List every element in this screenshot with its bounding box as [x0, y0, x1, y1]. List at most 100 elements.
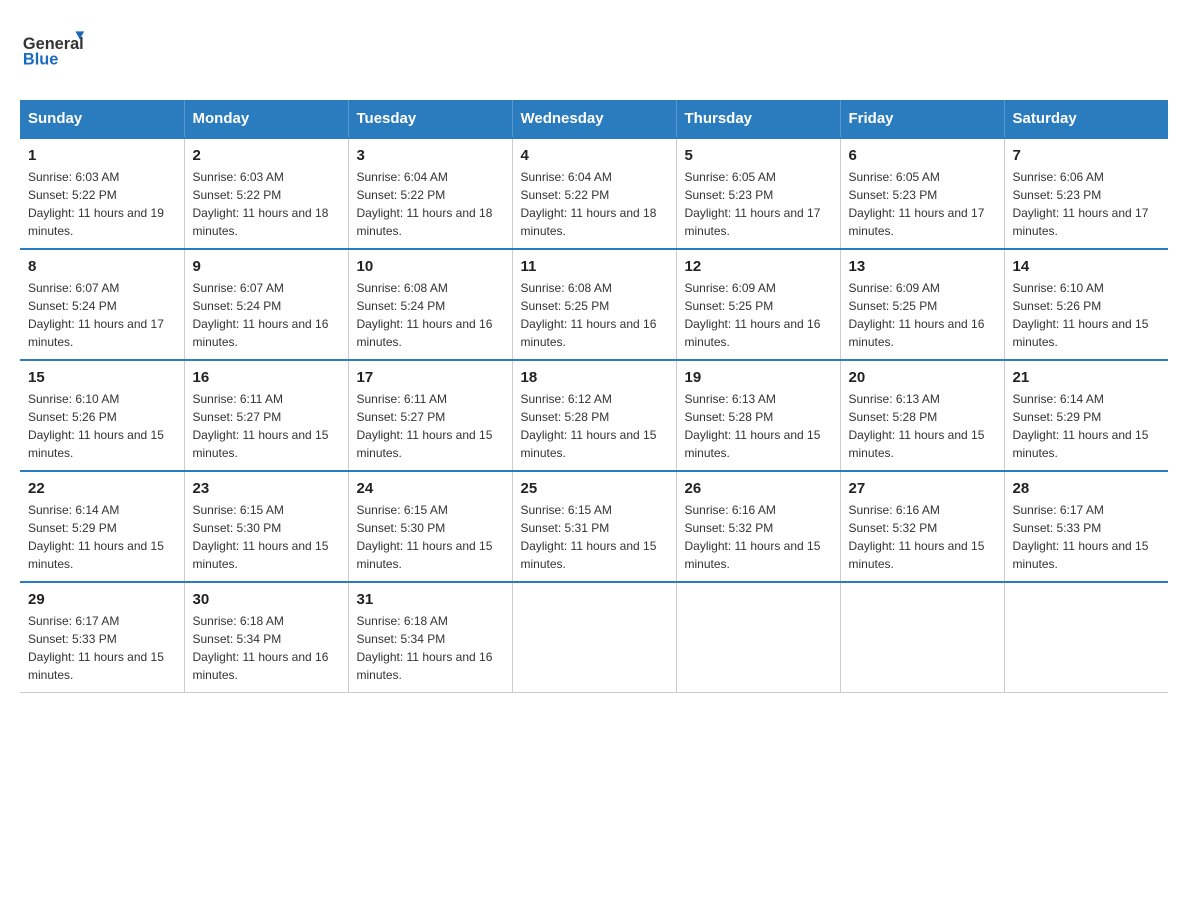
logo-icon: General Blue: [20, 20, 90, 80]
day-info: Sunrise: 6:10 AMSunset: 5:26 PMDaylight:…: [28, 390, 176, 462]
day-info: Sunrise: 6:08 AMSunset: 5:24 PMDaylight:…: [357, 279, 504, 351]
day-number: 24: [357, 480, 504, 497]
calendar-week-row: 1 Sunrise: 6:03 AMSunset: 5:22 PMDayligh…: [20, 138, 1168, 249]
day-number: 2: [193, 147, 340, 164]
calendar-day-cell: 22 Sunrise: 6:14 AMSunset: 5:29 PMDaylig…: [20, 471, 184, 582]
calendar-day-cell: 25 Sunrise: 6:15 AMSunset: 5:31 PMDaylig…: [512, 471, 676, 582]
calendar-day-cell: [840, 582, 1004, 693]
day-number: 15: [28, 369, 176, 386]
day-number: 8: [28, 258, 176, 275]
calendar-day-cell: 12 Sunrise: 6:09 AMSunset: 5:25 PMDaylig…: [676, 249, 840, 360]
day-info: Sunrise: 6:05 AMSunset: 5:23 PMDaylight:…: [849, 168, 996, 240]
day-info: Sunrise: 6:15 AMSunset: 5:31 PMDaylight:…: [521, 501, 668, 573]
calendar-day-cell: 11 Sunrise: 6:08 AMSunset: 5:25 PMDaylig…: [512, 249, 676, 360]
day-number: 14: [1013, 258, 1161, 275]
calendar-day-cell: 13 Sunrise: 6:09 AMSunset: 5:25 PMDaylig…: [840, 249, 1004, 360]
day-info: Sunrise: 6:11 AMSunset: 5:27 PMDaylight:…: [193, 390, 340, 462]
calendar-day-cell: 3 Sunrise: 6:04 AMSunset: 5:22 PMDayligh…: [348, 138, 512, 249]
day-info: Sunrise: 6:18 AMSunset: 5:34 PMDaylight:…: [357, 612, 504, 684]
day-info: Sunrise: 6:07 AMSunset: 5:24 PMDaylight:…: [193, 279, 340, 351]
day-number: 28: [1013, 480, 1161, 497]
day-info: Sunrise: 6:12 AMSunset: 5:28 PMDaylight:…: [521, 390, 668, 462]
weekday-header-cell: Saturday: [1004, 100, 1168, 138]
calendar-day-cell: 28 Sunrise: 6:17 AMSunset: 5:33 PMDaylig…: [1004, 471, 1168, 582]
day-number: 7: [1013, 147, 1161, 164]
calendar-day-cell: 24 Sunrise: 6:15 AMSunset: 5:30 PMDaylig…: [348, 471, 512, 582]
calendar-week-row: 15 Sunrise: 6:10 AMSunset: 5:26 PMDaylig…: [20, 360, 1168, 471]
day-info: Sunrise: 6:04 AMSunset: 5:22 PMDaylight:…: [357, 168, 504, 240]
weekday-header-cell: Friday: [840, 100, 1004, 138]
day-number: 6: [849, 147, 996, 164]
calendar-day-cell: 1 Sunrise: 6:03 AMSunset: 5:22 PMDayligh…: [20, 138, 184, 249]
weekday-header-cell: Sunday: [20, 100, 184, 138]
calendar-day-cell: 5 Sunrise: 6:05 AMSunset: 5:23 PMDayligh…: [676, 138, 840, 249]
calendar-day-cell: 17 Sunrise: 6:11 AMSunset: 5:27 PMDaylig…: [348, 360, 512, 471]
calendar-day-cell: 6 Sunrise: 6:05 AMSunset: 5:23 PMDayligh…: [840, 138, 1004, 249]
day-number: 29: [28, 591, 176, 608]
day-info: Sunrise: 6:06 AMSunset: 5:23 PMDaylight:…: [1013, 168, 1161, 240]
day-info: Sunrise: 6:08 AMSunset: 5:25 PMDaylight:…: [521, 279, 668, 351]
calendar-day-cell: 20 Sunrise: 6:13 AMSunset: 5:28 PMDaylig…: [840, 360, 1004, 471]
calendar-day-cell: 16 Sunrise: 6:11 AMSunset: 5:27 PMDaylig…: [184, 360, 348, 471]
calendar-day-cell: 4 Sunrise: 6:04 AMSunset: 5:22 PMDayligh…: [512, 138, 676, 249]
day-info: Sunrise: 6:16 AMSunset: 5:32 PMDaylight:…: [849, 501, 996, 573]
svg-text:Blue: Blue: [23, 51, 58, 69]
calendar-day-cell: 2 Sunrise: 6:03 AMSunset: 5:22 PMDayligh…: [184, 138, 348, 249]
day-number: 19: [685, 369, 832, 386]
calendar-day-cell: 7 Sunrise: 6:06 AMSunset: 5:23 PMDayligh…: [1004, 138, 1168, 249]
day-number: 23: [193, 480, 340, 497]
day-number: 25: [521, 480, 668, 497]
page-header: General Blue: [20, 20, 1168, 80]
day-info: Sunrise: 6:18 AMSunset: 5:34 PMDaylight:…: [193, 612, 340, 684]
calendar-day-cell: 29 Sunrise: 6:17 AMSunset: 5:33 PMDaylig…: [20, 582, 184, 693]
day-number: 11: [521, 258, 668, 275]
day-info: Sunrise: 6:15 AMSunset: 5:30 PMDaylight:…: [193, 501, 340, 573]
day-number: 17: [357, 369, 504, 386]
calendar-day-cell: 30 Sunrise: 6:18 AMSunset: 5:34 PMDaylig…: [184, 582, 348, 693]
weekday-header-cell: Thursday: [676, 100, 840, 138]
day-number: 20: [849, 369, 996, 386]
day-info: Sunrise: 6:13 AMSunset: 5:28 PMDaylight:…: [685, 390, 832, 462]
day-number: 3: [357, 147, 504, 164]
weekday-header-cell: Tuesday: [348, 100, 512, 138]
day-info: Sunrise: 6:11 AMSunset: 5:27 PMDaylight:…: [357, 390, 504, 462]
day-info: Sunrise: 6:14 AMSunset: 5:29 PMDaylight:…: [1013, 390, 1161, 462]
day-info: Sunrise: 6:14 AMSunset: 5:29 PMDaylight:…: [28, 501, 176, 573]
calendar-day-cell: [512, 582, 676, 693]
day-info: Sunrise: 6:03 AMSunset: 5:22 PMDaylight:…: [28, 168, 176, 240]
calendar-day-cell: 18 Sunrise: 6:12 AMSunset: 5:28 PMDaylig…: [512, 360, 676, 471]
weekday-header-row: SundayMondayTuesdayWednesdayThursdayFrid…: [20, 100, 1168, 138]
calendar-day-cell: 9 Sunrise: 6:07 AMSunset: 5:24 PMDayligh…: [184, 249, 348, 360]
day-info: Sunrise: 6:07 AMSunset: 5:24 PMDaylight:…: [28, 279, 176, 351]
calendar-day-cell: 27 Sunrise: 6:16 AMSunset: 5:32 PMDaylig…: [840, 471, 1004, 582]
calendar-week-row: 22 Sunrise: 6:14 AMSunset: 5:29 PMDaylig…: [20, 471, 1168, 582]
day-number: 1: [28, 147, 176, 164]
day-number: 31: [357, 591, 504, 608]
day-number: 18: [521, 369, 668, 386]
day-info: Sunrise: 6:04 AMSunset: 5:22 PMDaylight:…: [521, 168, 668, 240]
calendar-day-cell: 21 Sunrise: 6:14 AMSunset: 5:29 PMDaylig…: [1004, 360, 1168, 471]
calendar-day-cell: [676, 582, 840, 693]
day-number: 16: [193, 369, 340, 386]
day-number: 26: [685, 480, 832, 497]
calendar-day-cell: 8 Sunrise: 6:07 AMSunset: 5:24 PMDayligh…: [20, 249, 184, 360]
day-info: Sunrise: 6:13 AMSunset: 5:28 PMDaylight:…: [849, 390, 996, 462]
day-number: 5: [685, 147, 832, 164]
logo: General Blue: [20, 20, 90, 80]
calendar-day-cell: 23 Sunrise: 6:15 AMSunset: 5:30 PMDaylig…: [184, 471, 348, 582]
day-number: 10: [357, 258, 504, 275]
calendar-day-cell: 15 Sunrise: 6:10 AMSunset: 5:26 PMDaylig…: [20, 360, 184, 471]
calendar-day-cell: 31 Sunrise: 6:18 AMSunset: 5:34 PMDaylig…: [348, 582, 512, 693]
day-info: Sunrise: 6:16 AMSunset: 5:32 PMDaylight:…: [685, 501, 832, 573]
day-info: Sunrise: 6:15 AMSunset: 5:30 PMDaylight:…: [357, 501, 504, 573]
day-number: 27: [849, 480, 996, 497]
day-number: 30: [193, 591, 340, 608]
calendar-day-cell: 10 Sunrise: 6:08 AMSunset: 5:24 PMDaylig…: [348, 249, 512, 360]
day-number: 4: [521, 147, 668, 164]
weekday-header-cell: Wednesday: [512, 100, 676, 138]
day-number: 12: [685, 258, 832, 275]
day-info: Sunrise: 6:17 AMSunset: 5:33 PMDaylight:…: [1013, 501, 1161, 573]
calendar-day-cell: 19 Sunrise: 6:13 AMSunset: 5:28 PMDaylig…: [676, 360, 840, 471]
day-info: Sunrise: 6:09 AMSunset: 5:25 PMDaylight:…: [849, 279, 996, 351]
day-number: 21: [1013, 369, 1161, 386]
